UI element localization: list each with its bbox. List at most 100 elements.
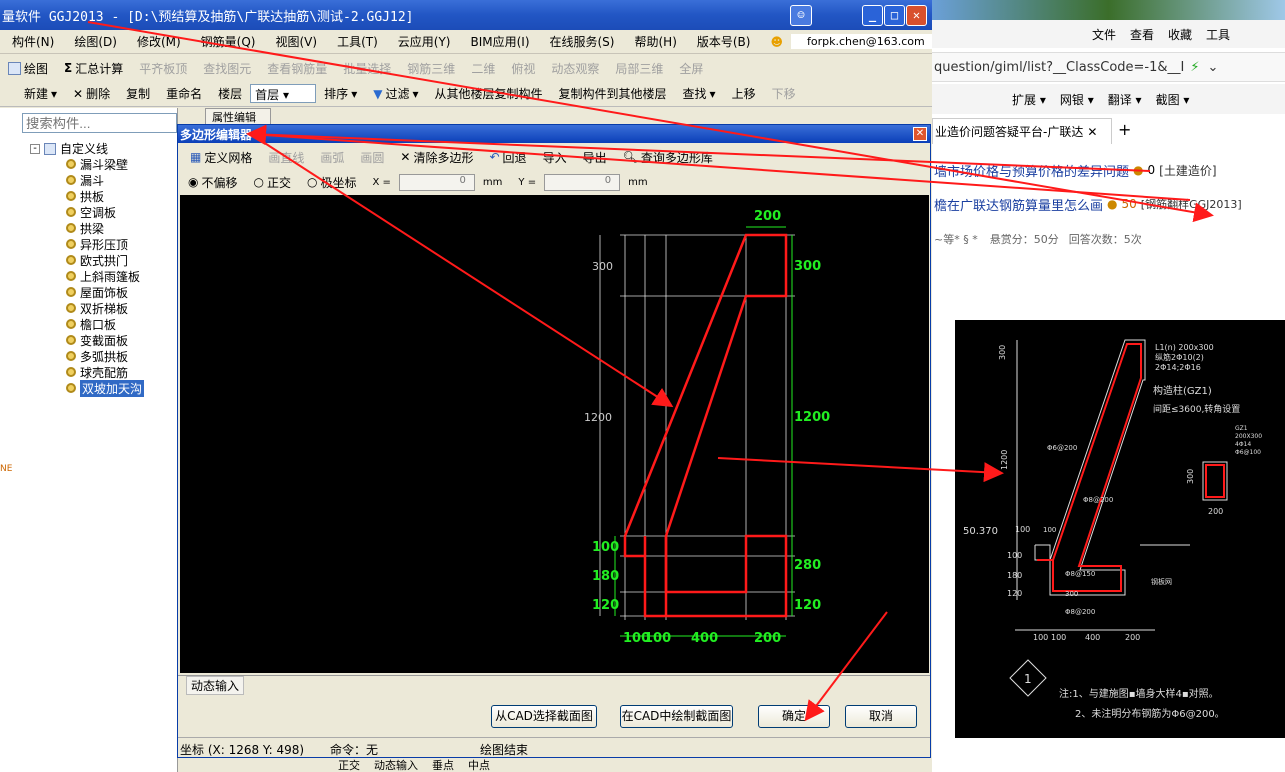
dynamic-input-tab[interactable]: 动态输入 — [186, 676, 245, 695]
chevron-down-icon[interactable]: ⌄ — [1208, 60, 1219, 75]
screenshot-button[interactable]: 截图 ▾ — [1156, 91, 1190, 108]
floor-select[interactable]: 首层 ▾ — [250, 84, 317, 103]
bank-button[interactable]: 网银 ▾ — [1060, 91, 1094, 108]
menu-item[interactable]: 视图(V) — [275, 33, 317, 50]
category-tag[interactable]: [土建造价] — [1159, 162, 1216, 179]
draw-in-cad-button[interactable]: 在CAD中绘制截面图 — [620, 705, 733, 728]
tree-root[interactable]: - 自定义线 — [30, 140, 108, 157]
cancel-button[interactable]: 取消 — [845, 705, 917, 728]
polygon-library-button[interactable]: 🔍︎ 查询多边形库 — [623, 149, 713, 166]
ortho-toggle[interactable]: 正交 — [338, 758, 360, 772]
new-tab-button[interactable]: + — [1118, 120, 1131, 139]
browser-menu-item[interactable]: 文件 — [1092, 26, 1116, 43]
component-search-input[interactable] — [22, 113, 177, 133]
draw-circle-button[interactable]: 画圆 — [360, 149, 384, 166]
select-from-cad-button[interactable]: 从CAD选择截面图 — [491, 705, 597, 728]
minimize-button[interactable]: _ — [862, 5, 883, 26]
filter-button[interactable]: ▼ 过滤 ▾ — [373, 85, 418, 102]
find-element-button[interactable]: 查找图元 — [203, 60, 251, 77]
export-button[interactable]: 导出 — [583, 149, 607, 166]
browser-menu-item[interactable]: 收藏 — [1168, 26, 1192, 43]
view-2d-dropdown[interactable]: 二维 — [471, 60, 495, 77]
tree-item[interactable]: 漏斗 — [66, 172, 104, 188]
polar-radio[interactable]: ○ 极坐标 — [307, 174, 357, 191]
maximize-button[interactable]: □ — [884, 5, 905, 26]
tree-item[interactable]: 檐口板 — [66, 316, 116, 332]
rebar-3d-button[interactable]: 钢筋三维 — [407, 60, 455, 77]
menu-item[interactable]: 钢筋量(Q) — [201, 33, 256, 50]
tree-item[interactable]: 上斜雨篷板 — [66, 268, 140, 284]
menu-item[interactable]: 云应用(Y) — [398, 33, 451, 50]
tree-item[interactable]: 双折梯板 — [66, 300, 128, 316]
collapse-icon[interactable]: - — [30, 143, 40, 154]
midpoint-snap[interactable]: 中点 — [468, 758, 490, 772]
close-button[interactable]: ✕ — [906, 5, 927, 26]
tree-item-selected[interactable]: 双坡加天沟 — [66, 379, 145, 397]
menu-item[interactable]: 帮助(H) — [634, 33, 676, 50]
delete-button[interactable]: ✕ 删除 — [73, 85, 110, 102]
draw-button[interactable]: 绘图 — [8, 60, 48, 77]
rename-button[interactable]: 重命名 — [166, 85, 202, 102]
undo-button[interactable]: ↶ 回退 — [489, 149, 526, 166]
ok-button[interactable]: 确定 — [758, 705, 830, 728]
lightning-icon[interactable]: ⚡ — [1190, 60, 1199, 75]
summary-calc-button[interactable]: Σ 汇总计算 — [64, 60, 123, 77]
tree-item[interactable]: 拱板 — [66, 188, 104, 204]
browser-tab[interactable]: 业造价问题答疑平台-广联达 ✕ — [932, 118, 1112, 144]
top-view-button[interactable]: 俯视 — [511, 60, 535, 77]
sort-button[interactable]: 排序 ▾ — [324, 85, 357, 102]
tree-item[interactable]: 变截面板 — [66, 332, 128, 348]
tree-item[interactable]: 屋面饰板 — [66, 284, 128, 300]
view-rebar-button[interactable]: 查看钢筋量 — [267, 60, 327, 77]
browser-menu-item[interactable]: 查看 — [1130, 26, 1154, 43]
ortho-radio[interactable]: ○ 正交 — [254, 174, 292, 191]
extensions-button[interactable]: 扩展 ▾ — [1012, 91, 1046, 108]
batch-select-button[interactable]: 批量选择 — [343, 60, 391, 77]
tree-item[interactable]: 拱梁 — [66, 220, 104, 236]
no-offset-radio[interactable]: ◉ 不偏移 — [188, 174, 238, 191]
copy-button[interactable]: 复制 — [126, 85, 150, 102]
tree-item[interactable]: 空调板 — [66, 204, 116, 220]
copy-from-floor-button[interactable]: 从其他楼层复制构件 — [435, 85, 543, 102]
perpendicular-snap[interactable]: 垂点 — [432, 758, 454, 772]
local-3d-button[interactable]: 局部三维 — [615, 60, 663, 77]
menu-item[interactable]: 修改(M) — [137, 33, 181, 50]
tree-item[interactable]: 球壳配筋 — [66, 364, 128, 380]
menu-item[interactable]: 版本号(B) — [697, 33, 751, 50]
address-bar[interactable]: question/giml/list?__ClassCode=-1&__I ⚡ … — [932, 52, 1285, 82]
menu-item[interactable]: 绘图(D) — [74, 33, 117, 50]
close-tab-icon[interactable]: ✕ — [1087, 125, 1097, 139]
draw-line-button[interactable]: 画直线 — [268, 149, 304, 166]
question-link[interactable]: 墙市场价格与预算价格的差异问题 — [934, 161, 1129, 180]
menu-item[interactable]: 在线服务(S) — [550, 33, 615, 50]
define-grid-button[interactable]: ▦ 定义网格 — [190, 149, 252, 166]
dialog-title-bar[interactable]: 多边形编辑器 ✕ — [178, 125, 930, 143]
clear-polygon-button[interactable]: ✕ 清除多边形 — [400, 149, 473, 166]
copy-to-floor-button[interactable]: 复制构件到其他楼层 — [559, 85, 667, 102]
tree-item[interactable]: 多弧拱板 — [66, 348, 128, 364]
orbit-button[interactable]: 动态观察 — [551, 60, 599, 77]
fullscreen-button[interactable]: 全屏 — [679, 60, 703, 77]
tree-item[interactable]: 欧式拱门 — [66, 252, 128, 268]
find-button[interactable]: 查找 ▾ — [683, 85, 716, 102]
draw-arc-button[interactable]: 画弧 — [320, 149, 344, 166]
browser-menu-item[interactable]: 工具 — [1206, 26, 1230, 43]
x-input[interactable]: 0 — [398, 173, 475, 191]
move-up-button[interactable]: 上移 — [732, 85, 756, 102]
dialog-close-button[interactable]: ✕ — [913, 127, 927, 141]
account-dropdown[interactable]: forpk.chen@163.com ▾ — [791, 34, 932, 49]
category-tag[interactable]: [钢筋翻样GGJ2013] — [1141, 196, 1242, 212]
menu-item[interactable]: 工具(T) — [337, 33, 378, 50]
help-icon[interactable]: ☺ — [790, 5, 812, 26]
new-button[interactable]: 新建 ▾ — [24, 85, 57, 102]
polygon-canvas[interactable]: 300 1200 200 300 1200 280 120 100 180 12… — [180, 195, 929, 673]
tree-item[interactable]: 漏斗梁壁 — [66, 156, 128, 172]
flush-slab-button[interactable]: 平齐板顶 — [139, 60, 187, 77]
menu-item[interactable]: BIM应用(I) — [470, 33, 529, 50]
tree-item[interactable]: 异形压顶 — [66, 236, 128, 252]
question-link[interactable]: 檐在广联达钢筋算量里怎么画 — [934, 195, 1103, 214]
menu-item[interactable]: 构件(N) — [12, 33, 54, 50]
y-input[interactable]: 0 — [544, 173, 621, 191]
move-down-button[interactable]: 下移 — [772, 85, 796, 102]
app-title-bar[interactable]: 量软件 GGJ2013 - [D:\预结算及抽筋\广联达抽筋\测试-2.GGJ1… — [0, 0, 932, 30]
